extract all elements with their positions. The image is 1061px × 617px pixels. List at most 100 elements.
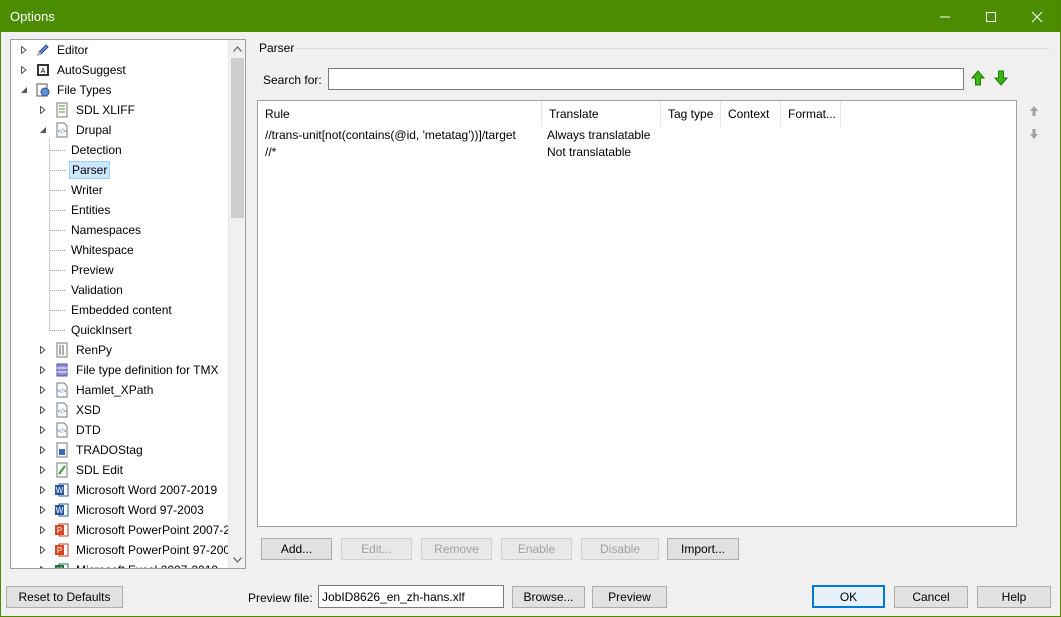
tree-expander[interactable] [38,445,48,455]
table-row-rule[interactable]: //* [265,144,276,161]
tree-item[interactable]: P Microsoft PowerPoint 2007-20 [38,520,229,540]
tree-expander[interactable] [19,45,29,55]
remove-button[interactable]: Remove [421,538,492,560]
tree-item[interactable]: Entities [57,200,112,220]
tree-expander[interactable] [38,385,48,395]
help-button[interactable]: Help [977,586,1051,608]
excel-icon: X [55,563,69,568]
tree-expander[interactable] [38,525,48,535]
tree-item[interactable]: A AutoSuggest [19,60,128,80]
tree-item[interactable]: P Microsoft PowerPoint 97-2003 [38,540,229,560]
disable-button[interactable]: Disable [581,538,659,560]
tree-expander[interactable] [38,405,48,415]
import-button[interactable]: Import... [667,538,739,560]
tree-item[interactable]: </> XSD [38,400,103,420]
collapsed-arrow-icon [40,446,46,454]
svg-text:W: W [56,506,64,515]
tree-expander[interactable] [38,505,48,515]
scroll-down-button[interactable] [229,551,245,568]
tree-item-label: Namespaces [71,223,142,237]
tree-item[interactable]: Embedded content [57,300,174,320]
tree-item[interactable]: QuickInsert [57,320,134,340]
tree-item[interactable]: File type definition for TMX [38,360,221,380]
tree-scrollbar[interactable] [228,40,245,568]
tree-expander[interactable] [38,365,48,375]
rules-list[interactable]: Rule Translate Tag type Context Format..… [257,100,1017,527]
tree-expander[interactable] [38,105,48,115]
tree-item-label: SDL XLIFF [76,103,135,117]
column-header-context[interactable]: Context [721,101,781,127]
tree-item[interactable]: W Microsoft Word 97-2003 [38,500,206,520]
search-input[interactable] [328,68,964,90]
tree-item[interactable]: </> DTD [38,420,103,440]
tree-item[interactable]: Whitespace [57,240,136,260]
tree-item[interactable]: X Microsoft Excel 2007-2019 [38,560,220,568]
tree-item[interactable]: TRADOStag [38,440,145,460]
close-button[interactable] [1014,1,1060,32]
tree-expander[interactable] [38,125,48,135]
collapsed-arrow-icon [40,386,46,394]
tree-expander[interactable] [38,345,48,355]
tree-item[interactable]: Parser [57,160,111,180]
tree-expander[interactable] [19,85,29,95]
search-up-button[interactable] [968,68,988,88]
edit-button[interactable]: Edit... [341,538,412,560]
preview-file-input[interactable] [318,585,504,608]
search-down-button[interactable] [991,68,1011,88]
column-header-tag-type[interactable]: Tag type [661,101,721,127]
maximize-button[interactable] [968,1,1014,32]
collapsed-arrow-icon [40,526,46,534]
tree-item-label: Microsoft Excel 2007-2019 [74,561,220,568]
word-icon: W [54,502,70,518]
scroll-up-button[interactable] [229,40,245,57]
table-row-rule[interactable]: //trans-unit[not(contains(@id, 'metatag'… [265,127,516,144]
reset-defaults-button[interactable]: Reset to Defaults [6,586,123,608]
cancel-button[interactable]: Cancel [894,586,968,608]
column-header-rule[interactable]: Rule [258,101,542,127]
move-up-button[interactable] [1024,101,1044,121]
tree-item[interactable]: </> Drupal [38,120,113,140]
tree-item-label: Detection [71,143,122,157]
tree-item[interactable]: File Types [19,80,113,100]
enable-button[interactable]: Enable [501,538,572,560]
powerpoint-icon: P [54,522,70,538]
tree-item-label: File Types [57,83,112,97]
tree-expander[interactable] [38,565,48,568]
tree-item-label: AutoSuggest [57,63,126,77]
tree-item[interactable]: Preview [57,260,116,280]
minimize-button[interactable] [922,1,968,32]
tree-expander[interactable] [38,485,48,495]
collapsed-arrow-icon [40,466,46,474]
tree-expander[interactable] [38,545,48,555]
tree-item[interactable]: Validation [57,280,125,300]
scroll-thumb[interactable] [231,58,244,218]
tree-item[interactable]: Namespaces [57,220,143,240]
table-row-translate[interactable]: Not translatable [547,144,631,161]
add-button[interactable]: Add... [261,538,332,560]
tree-item[interactable]: Detection [57,140,124,160]
column-header-format[interactable]: Format... [781,101,841,127]
options-tree[interactable]: Editor A AutoSuggest File Types SDL XLIFF </>… [10,39,246,569]
tree-item[interactable]: Writer [57,180,105,200]
tree-expander[interactable] [38,425,48,435]
group-title: Parser [259,41,295,55]
tree-expander[interactable] [38,465,48,475]
tree-item[interactable]: W Microsoft Word 2007-2019 [38,480,219,500]
tree-expander[interactable] [19,65,29,75]
tree-item[interactable]: RenPy [38,340,114,360]
svg-text:P: P [57,546,62,555]
tree-item[interactable]: Editor [19,40,90,60]
column-header-translate[interactable]: Translate [542,101,661,127]
browse-button[interactable]: Browse... [512,586,585,608]
tree-item[interactable]: </> Hamlet_XPath [38,380,155,400]
move-down-button[interactable] [1024,124,1044,144]
expanded-arrow-icon [21,87,27,93]
ok-button[interactable]: OK [812,585,885,608]
chevron-up-icon [233,45,242,52]
tree-item[interactable]: SDL XLIFF [38,100,137,120]
svg-text:W: W [56,486,64,495]
table-row-translate[interactable]: Always translatable [547,127,650,144]
tree-item[interactable]: SDL Edit [38,460,125,480]
preview-button[interactable]: Preview [592,586,667,608]
xml-file-icon: </> [54,122,70,138]
